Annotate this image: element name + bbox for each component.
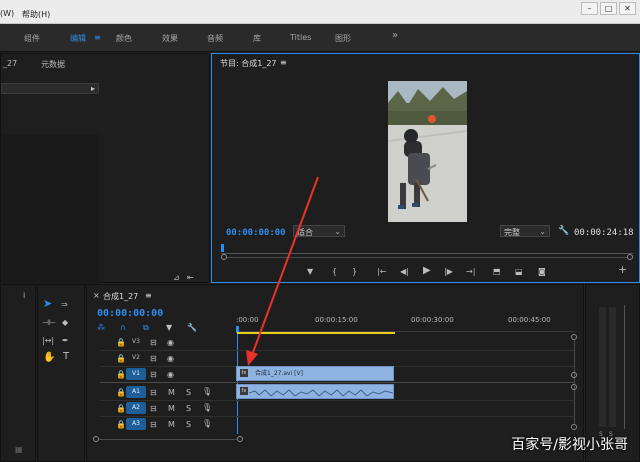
annotation-arrow bbox=[246, 176, 319, 366]
watermark: 百家号/影视小张哥 bbox=[511, 437, 628, 453]
